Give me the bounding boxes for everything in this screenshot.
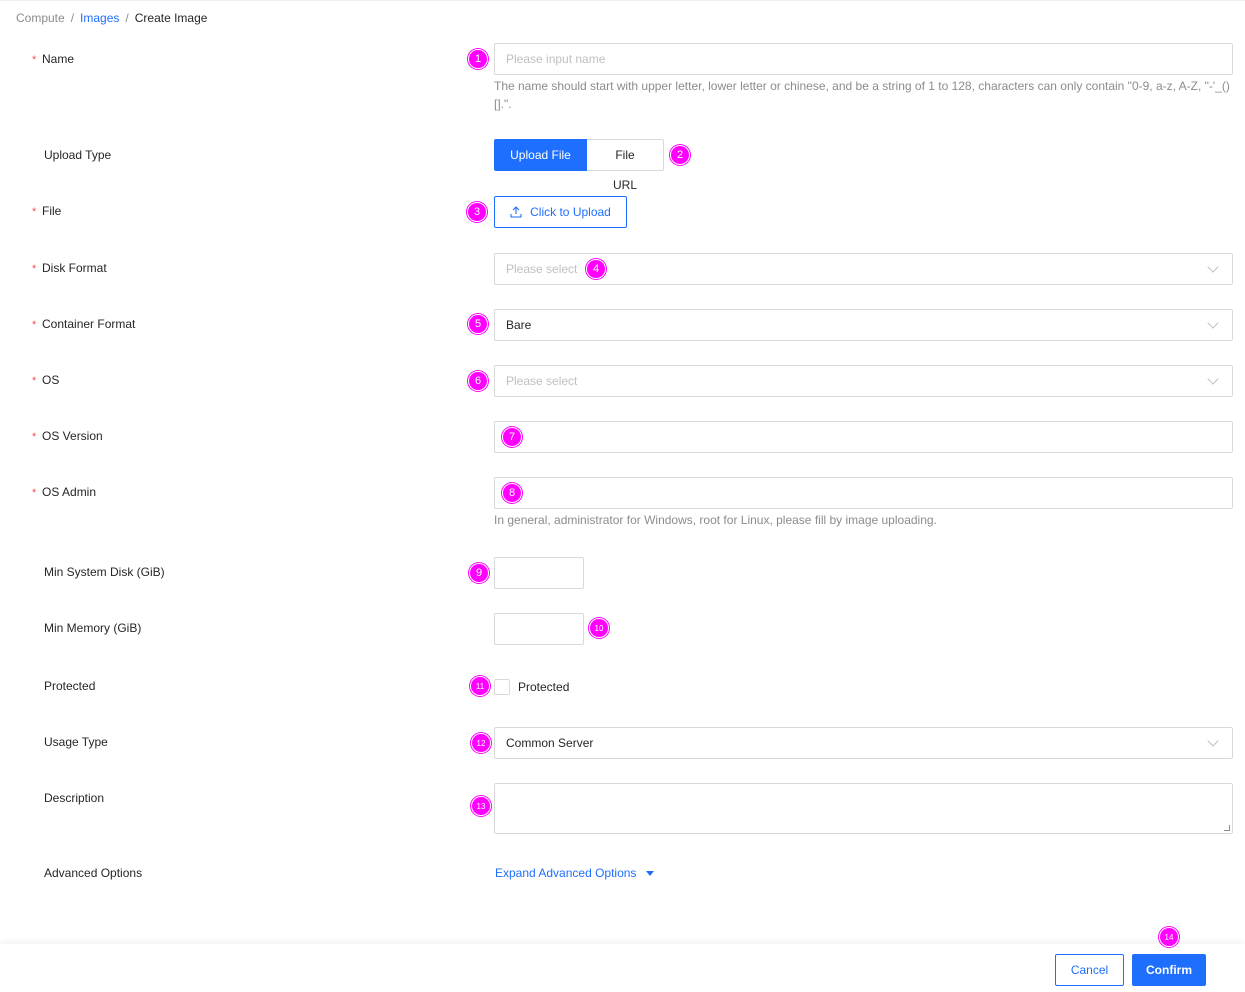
- usage-type-select[interactable]: Common Server: [494, 727, 1233, 759]
- upload-icon: [510, 206, 522, 218]
- marker-3: 3: [467, 202, 487, 222]
- os-label: * OS: [32, 372, 59, 388]
- marker-5: 5: [468, 314, 488, 334]
- disk-format-label-text: Disk Format: [42, 261, 107, 275]
- name-help-text: The name should start with upper letter,…: [494, 79, 1230, 111]
- os-version-label: * OS Version: [32, 428, 103, 444]
- usage-type-label: Usage Type: [44, 735, 108, 749]
- marker-13: 13: [471, 796, 491, 816]
- chevron-down-icon: [1207, 373, 1219, 385]
- required-mark: *: [32, 431, 37, 443]
- marker-9: 9: [469, 563, 489, 583]
- container-format-label: * Container Format: [32, 316, 135, 332]
- description-label: Description: [44, 791, 105, 805]
- container-format-label-text: Container Format: [42, 317, 136, 331]
- os-version-input[interactable]: [494, 421, 1233, 453]
- upload-type-label: Upload Type: [44, 148, 112, 162]
- required-mark: *: [32, 487, 37, 499]
- breadcrumb-images[interactable]: Images: [80, 11, 119, 25]
- protected-checkbox-label: Protected: [518, 680, 570, 694]
- top-divider: [0, 0, 1245, 1]
- os-admin-label: * OS Admin: [32, 484, 96, 500]
- marker-2: 2: [670, 145, 690, 165]
- os-label-text: OS: [42, 373, 60, 387]
- name-label-text: Name: [42, 52, 75, 66]
- os-placeholder: Please select: [506, 374, 578, 388]
- expand-advanced-options-text: Expand Advanced Options: [495, 866, 637, 880]
- os-version-label-text: OS Version: [42, 429, 103, 443]
- os-admin-help-text: In general, administrator for Windows, r…: [494, 513, 937, 527]
- cancel-button[interactable]: Cancel: [1055, 954, 1124, 986]
- marker-8: 8: [502, 483, 522, 503]
- name-label: * Name: [32, 51, 74, 67]
- os-select[interactable]: Please select: [494, 365, 1233, 397]
- disk-format-placeholder: Please select: [506, 262, 578, 276]
- chevron-down-icon: [1207, 317, 1219, 329]
- click-to-upload-label: Click to Upload: [530, 205, 611, 219]
- description-textarea[interactable]: [494, 783, 1233, 834]
- upload-type-radio-group: Upload File File URL: [494, 139, 664, 192]
- name-input[interactable]: [494, 43, 1233, 75]
- usage-type-value: Common Server: [506, 736, 594, 750]
- marker-6: 6: [468, 371, 488, 391]
- breadcrumb-compute[interactable]: Compute: [16, 11, 65, 25]
- breadcrumb-current: Create Image: [134, 11, 208, 25]
- os-admin-input[interactable]: [494, 477, 1233, 509]
- protected-label: Protected: [44, 679, 96, 693]
- breadcrumb: Compute / Images / Create Image: [16, 10, 207, 26]
- marker-10: 10: [589, 618, 609, 638]
- min-memory-label: Min Memory (GiB): [44, 621, 142, 635]
- marker-11: 11: [470, 676, 490, 696]
- file-label-text: File: [42, 204, 62, 218]
- breadcrumb-separator: /: [125, 11, 129, 25]
- required-mark: *: [32, 375, 37, 387]
- protected-checkbox[interactable]: [494, 679, 510, 695]
- advanced-options-label: Advanced Options: [44, 866, 143, 880]
- marker-12: 12: [471, 733, 491, 753]
- protected-checkbox-wrapper[interactable]: Protected: [494, 678, 569, 696]
- marker-4: 4: [586, 259, 606, 279]
- required-mark: *: [32, 263, 37, 275]
- caret-down-icon: [646, 870, 655, 876]
- confirm-button[interactable]: Confirm: [1132, 954, 1206, 986]
- required-mark: *: [32, 54, 37, 66]
- required-mark: *: [32, 319, 37, 331]
- container-format-select[interactable]: Bare: [494, 309, 1233, 341]
- file-url-option[interactable]: File URL: [587, 139, 664, 192]
- expand-advanced-options-link[interactable]: Expand Advanced Options: [495, 865, 655, 881]
- breadcrumb-separator: /: [70, 11, 75, 25]
- min-system-disk-input[interactable]: [494, 557, 584, 589]
- os-admin-label-text: OS Admin: [42, 485, 97, 499]
- chevron-down-icon: [1207, 735, 1219, 747]
- min-system-disk-label: Min System Disk (GiB): [44, 565, 165, 579]
- required-mark: *: [32, 206, 37, 218]
- click-to-upload-button[interactable]: Click to Upload: [494, 196, 627, 228]
- min-memory-input[interactable]: [494, 613, 584, 645]
- container-format-value: Bare: [506, 318, 532, 332]
- marker-14: 14: [1159, 927, 1179, 947]
- file-label: * File: [32, 203, 61, 219]
- marker-1: 1: [468, 49, 488, 69]
- chevron-down-icon: [1207, 261, 1219, 273]
- upload-file-option[interactable]: Upload File: [494, 139, 587, 171]
- disk-format-label: * Disk Format: [32, 260, 107, 276]
- marker-7: 7: [502, 427, 522, 447]
- resize-grip-icon[interactable]: [1224, 825, 1230, 831]
- form-footer: Cancel Confirm: [0, 944, 1245, 992]
